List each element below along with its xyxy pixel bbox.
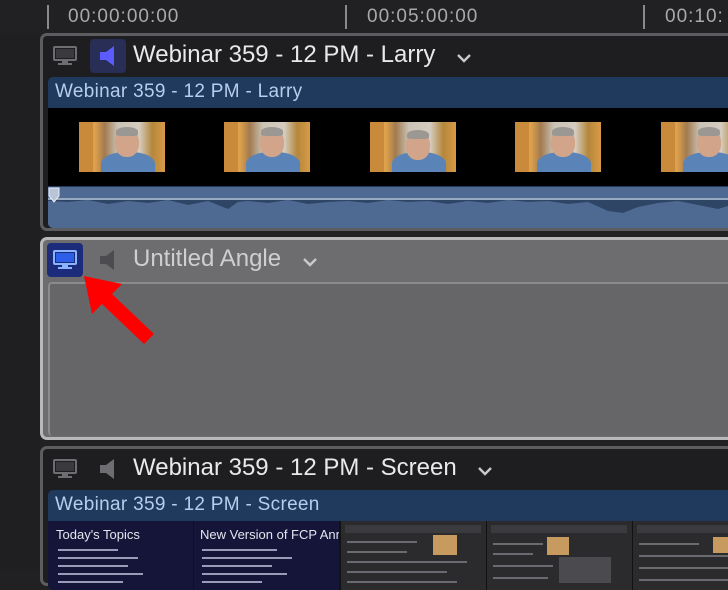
angle-name: Untitled Angle [133, 245, 282, 272]
monitor-icon [53, 46, 77, 65]
angle-name-menu[interactable]: Untitled Angle [133, 245, 318, 274]
speaker-icon [100, 250, 114, 270]
ruler-tick [643, 5, 645, 29]
angle-header: Webinar 359 - 12 PM - Screen [43, 449, 728, 489]
slide-title: Today's Topics [56, 527, 140, 542]
video-filmstrip: Today's Topics New Version of FCP Announ… [48, 521, 728, 590]
monitor-icon [53, 459, 77, 478]
audio-waveform [48, 187, 728, 228]
video-filmstrip [48, 108, 728, 186]
angle-name-menu[interactable]: Webinar 359 - 12 PM - Larry [133, 41, 472, 70]
video-thumbnail [515, 122, 601, 172]
ruler-timecode: 00:00:00:00 [68, 6, 180, 27]
slide-thumbnail: New Version of FCP Announced [194, 521, 339, 590]
ruler-tick [345, 5, 347, 29]
monitor-icon [53, 250, 77, 269]
ruler-tick [47, 5, 49, 29]
clip-title: Webinar 359 - 12 PM - Larry [55, 81, 303, 102]
annotation-arrow [84, 276, 154, 344]
clip-larry[interactable]: Webinar 359 - 12 PM - Larry [48, 77, 728, 228]
chevron-down-icon[interactable] [456, 42, 472, 70]
ruler-timecode: 00:10: [665, 6, 724, 27]
clip-screen[interactable]: Webinar 359 - 12 PM - Screen Today's Top… [48, 490, 728, 590]
slide-title: New Version of FCP Announced [200, 527, 339, 542]
app-screenshot-thumbnail [633, 521, 728, 590]
video-thumbnail [79, 122, 165, 172]
angle-header: Webinar 359 - 12 PM - Larry [43, 36, 728, 76]
waveform-graphic [48, 198, 728, 213]
video-monitor-button[interactable] [47, 39, 83, 73]
chevron-down-icon[interactable] [477, 455, 493, 483]
timeline-ruler[interactable]: 00:00:00:00 00:05:00:00 00:10: [0, 0, 728, 33]
slide-thumbnail: Today's Topics [48, 521, 193, 590]
app-screenshot-thumbnail [341, 521, 486, 590]
audio-monitor-button[interactable] [90, 39, 126, 73]
angle-larry[interactable]: Webinar 359 - 12 PM - Larry Webinar 359 … [40, 33, 728, 231]
angle-screen[interactable]: Webinar 359 - 12 PM - Screen Webinar 359… [40, 446, 728, 590]
video-monitor-button[interactable] [47, 452, 83, 486]
speaker-icon [100, 459, 114, 479]
chevron-down-icon[interactable] [302, 246, 318, 274]
angle-name-menu[interactable]: Webinar 359 - 12 PM - Screen [133, 454, 493, 483]
app-screenshot-thumbnail [487, 521, 632, 590]
angle-name: Webinar 359 - 12 PM - Larry [133, 41, 436, 68]
video-thumbnail [224, 122, 310, 172]
timeline-left-gutter [0, 33, 40, 569]
speaker-icon [100, 46, 114, 66]
angle-name: Webinar 359 - 12 PM - Screen [133, 454, 457, 481]
video-thumbnail [370, 122, 456, 172]
ruler-timecode: 00:05:00:00 [367, 6, 479, 27]
audio-monitor-button[interactable] [90, 452, 126, 486]
video-monitor-button[interactable] [47, 243, 83, 277]
video-thumbnail [661, 122, 728, 172]
audio-monitor-button[interactable] [90, 243, 126, 277]
clip-title: Webinar 359 - 12 PM - Screen [55, 494, 320, 515]
skimmer-handle[interactable] [48, 187, 60, 203]
